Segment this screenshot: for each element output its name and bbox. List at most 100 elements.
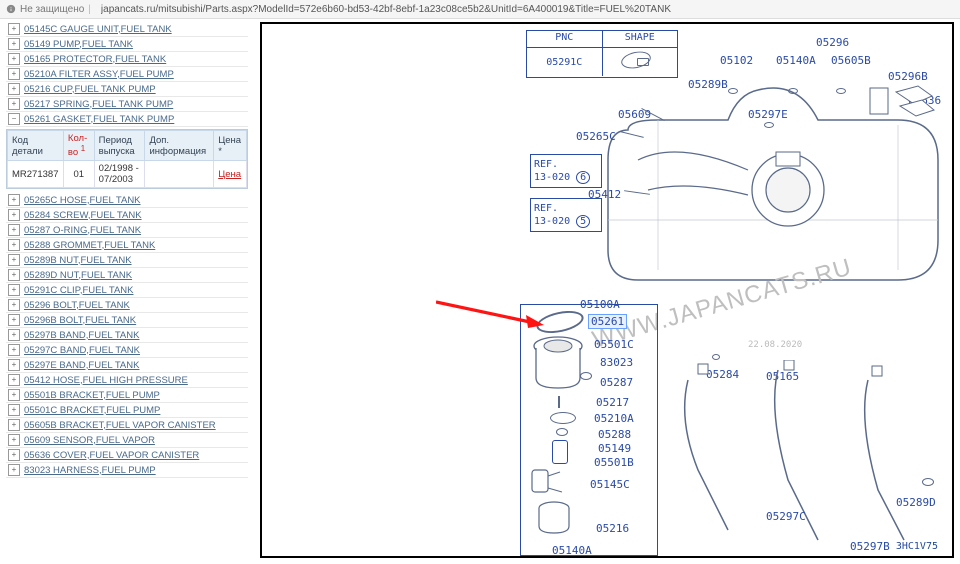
col-period[interactable]: Период выпуска	[94, 131, 145, 161]
part-row[interactable]: +05265C HOSE,FUEL TANK	[6, 193, 248, 208]
plus-icon[interactable]: +	[8, 239, 20, 251]
plus-icon[interactable]: +	[8, 284, 20, 296]
lbl-05261[interactable]: 05261	[588, 314, 627, 329]
part-row[interactable]: +05501B BRACKET,FUEL PUMP	[6, 388, 248, 403]
minus-icon[interactable]: −	[8, 113, 20, 125]
plus-icon[interactable]: +	[8, 404, 20, 416]
band-shapes	[668, 360, 948, 550]
part-row[interactable]: +05291C CLIP,FUEL TANK	[6, 283, 248, 298]
part-row[interactable]: +05609 SENSOR,FUEL VAPOR	[6, 433, 248, 448]
part-link[interactable]: 05297B BAND,FUEL TANK	[24, 330, 139, 341]
part-link[interactable]: 05145C GAUGE UNIT,FUEL TANK	[24, 24, 172, 35]
parts-sidebar: +05145C GAUGE UNIT,FUEL TANK+05149 PUMP,…	[6, 22, 248, 478]
part-link[interactable]: 05288 GROMMET,FUEL TANK	[24, 240, 155, 251]
part-row[interactable]: +05217 SPRING,FUEL TANK PUMP	[6, 97, 248, 112]
plus-icon[interactable]: +	[8, 38, 20, 50]
part-row[interactable]: −05261 GASKET,FUEL TANK PUMP	[6, 112, 248, 127]
plus-icon[interactable]: +	[8, 224, 20, 236]
plus-icon[interactable]: +	[8, 329, 20, 341]
part-row[interactable]: +05145C GAUGE UNIT,FUEL TANK	[6, 22, 248, 37]
part-row[interactable]: +05287 O-RING,FUEL TANK	[6, 223, 248, 238]
part-link[interactable]: 05291C CLIP,FUEL TANK	[24, 285, 133, 296]
plus-icon[interactable]: +	[8, 419, 20, 431]
plus-icon[interactable]: +	[8, 269, 20, 281]
part-link[interactable]: 05297E BAND,FUEL TANK	[24, 360, 139, 371]
lbl-05102: 05102	[720, 54, 753, 67]
part-row[interactable]: +05216 CUP,FUEL TANK PUMP	[6, 82, 248, 97]
plus-icon[interactable]: +	[8, 53, 20, 65]
part-link[interactable]: 05165 PROTECTOR,FUEL TANK	[24, 54, 166, 65]
lbl-05501B: 05501B	[594, 456, 634, 469]
part-link[interactable]: 05265C HOSE,FUEL TANK	[24, 195, 141, 206]
page-url[interactable]: japancats.ru/mitsubishi/Parts.aspx?Model…	[101, 4, 671, 15]
part-row[interactable]: +05636 COVER,FUEL VAPOR CANISTER	[6, 448, 248, 463]
part-link[interactable]: 05217 SPRING,FUEL TANK PUMP	[24, 99, 173, 110]
plus-icon[interactable]: +	[8, 374, 20, 386]
part-link[interactable]: 05149 PUMP,FUEL TANK	[24, 39, 133, 50]
col-qty[interactable]: Кол-во 1	[63, 131, 94, 161]
part-link[interactable]: 05216 CUP,FUEL TANK PUMP	[24, 84, 156, 95]
part-link[interactable]: 05501B BRACKET,FUEL PUMP	[24, 390, 160, 401]
part-link[interactable]: 05289B NUT,FUEL TANK	[24, 255, 132, 266]
plus-icon[interactable]: +	[8, 209, 20, 221]
plus-icon[interactable]: +	[8, 299, 20, 311]
plus-icon[interactable]: +	[8, 68, 20, 80]
lbl-05217: 05217	[596, 396, 629, 409]
lbl-05412: 05412	[588, 188, 621, 201]
part-row[interactable]: +05501C BRACKET,FUEL PUMP	[6, 403, 248, 418]
part-link[interactable]: 05284 SCREW,FUEL TANK	[24, 210, 142, 221]
part-row[interactable]: +05297E BAND,FUEL TANK	[6, 358, 248, 373]
part-row[interactable]: +05165 PROTECTOR,FUEL TANK	[6, 52, 248, 67]
ref-box-1: REF. 13-020 6	[530, 154, 602, 188]
plus-icon[interactable]: +	[8, 314, 20, 326]
part-link[interactable]: 05289D NUT,FUEL TANK	[24, 270, 132, 281]
col-part[interactable]: Код детали	[8, 131, 64, 161]
part-link[interactable]: 83023 HARNESS,FUEL PUMP	[24, 465, 156, 476]
part-row[interactable]: +05210A FILTER ASSY,FUEL PUMP	[6, 67, 248, 82]
part-row[interactable]: +05289D NUT,FUEL TANK	[6, 268, 248, 283]
plus-icon[interactable]: +	[8, 434, 20, 446]
part-link[interactable]: 05287 O-RING,FUEL TANK	[24, 225, 141, 236]
cell-qty: 01	[63, 161, 94, 188]
part-row[interactable]: +05289B NUT,FUEL TANK	[6, 253, 248, 268]
col-info[interactable]: Доп. информация	[145, 131, 214, 161]
part-row[interactable]: +05284 SCREW,FUEL TANK	[6, 208, 248, 223]
part-row[interactable]: +05605B BRACKET,FUEL VAPOR CANISTER	[6, 418, 248, 433]
part-link[interactable]: 05296B BOLT,FUEL TANK	[24, 315, 136, 326]
part-row[interactable]: +05149 PUMP,FUEL TANK	[6, 37, 248, 52]
part-row[interactable]: +05297B BAND,FUEL TANK	[6, 328, 248, 343]
part-row[interactable]: +05297C BAND,FUEL TANK	[6, 343, 248, 358]
lbl-05140A-top: 05140A	[776, 54, 816, 67]
part-link[interactable]: 05297C BAND,FUEL TANK	[24, 345, 140, 356]
part-link[interactable]: 05605B BRACKET,FUEL VAPOR CANISTER	[24, 420, 216, 431]
part-link[interactable]: 05296 BOLT,FUEL TANK	[24, 300, 130, 311]
part-link[interactable]: 05501C BRACKET,FUEL PUMP	[24, 405, 160, 416]
col-price[interactable]: Цена *	[214, 131, 247, 161]
lbl-05145C: 05145C	[590, 478, 630, 491]
cell-price[interactable]: Цена	[214, 161, 247, 188]
part-row[interactable]: +05296B BOLT,FUEL TANK	[6, 313, 248, 328]
part-link[interactable]: 05412 HOSE,FUEL HIGH PRESSURE	[24, 375, 188, 386]
part-link[interactable]: 05261 GASKET,FUEL TANK PUMP	[24, 114, 174, 125]
plus-icon[interactable]: +	[8, 23, 20, 35]
plus-icon[interactable]: +	[8, 449, 20, 461]
plus-icon[interactable]: +	[8, 344, 20, 356]
plus-icon[interactable]: +	[8, 83, 20, 95]
plus-icon[interactable]: +	[8, 98, 20, 110]
gauge-unit-icon	[526, 466, 566, 496]
lbl-05297C: 05297C	[766, 510, 806, 523]
part-row[interactable]: +05412 HOSE,FUEL HIGH PRESSURE	[6, 373, 248, 388]
pump-assembly-icon	[528, 334, 588, 394]
plus-icon[interactable]: +	[8, 359, 20, 371]
plus-icon[interactable]: +	[8, 254, 20, 266]
part-link[interactable]: 05210A FILTER ASSY,FUEL PUMP	[24, 69, 174, 80]
plus-icon[interactable]: +	[8, 194, 20, 206]
part-row[interactable]: +83023 HARNESS,FUEL PUMP	[6, 463, 248, 478]
part-link[interactable]: 05636 COVER,FUEL VAPOR CANISTER	[24, 450, 199, 461]
part-row[interactable]: +05288 GROMMET,FUEL TANK	[6, 238, 248, 253]
plus-icon[interactable]: +	[8, 389, 20, 401]
plus-icon[interactable]: +	[8, 464, 20, 476]
browser-url-bar: Не защищено | japancats.ru/mitsubishi/Pa…	[0, 0, 960, 19]
part-row[interactable]: +05296 BOLT,FUEL TANK	[6, 298, 248, 313]
part-link[interactable]: 05609 SENSOR,FUEL VAPOR	[24, 435, 155, 446]
